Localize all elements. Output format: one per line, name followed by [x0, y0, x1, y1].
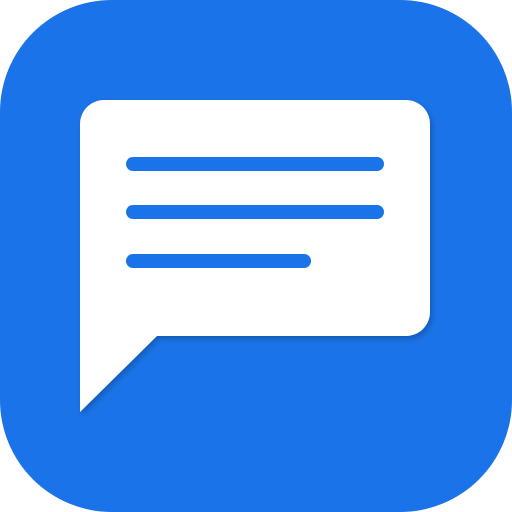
chat-message-icon	[0, 0, 512, 512]
app-icon[interactable]	[0, 0, 512, 512]
